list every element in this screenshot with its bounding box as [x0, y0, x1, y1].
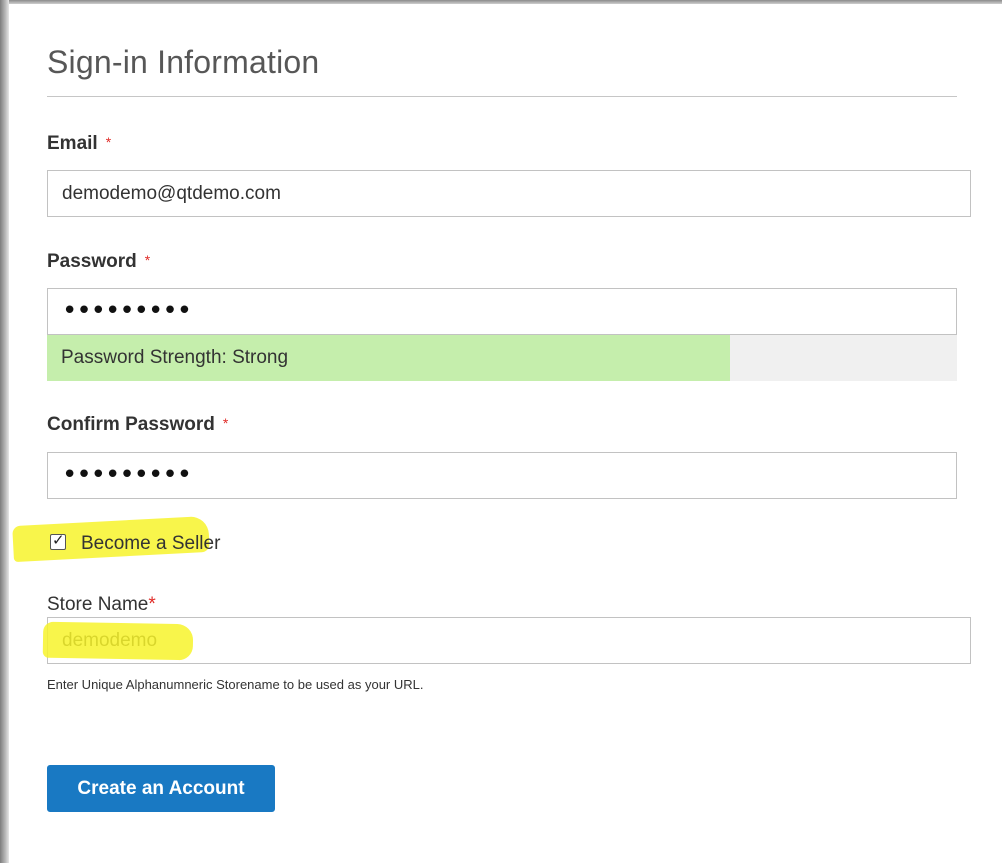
store-name-note: Enter Unique Alphanumneric Storename to … — [47, 677, 424, 692]
password-label: Password * — [47, 251, 150, 273]
become-seller-label[interactable]: Become a Seller — [81, 533, 220, 555]
confirm-password-input[interactable]: ••••••••• — [47, 452, 957, 499]
password-label-text: Password — [47, 251, 137, 272]
window-left-edge — [0, 0, 9, 863]
create-account-button[interactable]: Create an Account — [47, 765, 275, 812]
confirm-password-label-text: Confirm Password — [47, 414, 215, 435]
email-label-text: Email — [47, 133, 98, 154]
confirm-password-masked-value: ••••••••• — [62, 460, 192, 490]
required-marker: * — [148, 594, 156, 615]
password-input[interactable]: ••••••••• — [47, 288, 957, 335]
email-label: Email * — [47, 133, 111, 155]
confirm-password-label: Confirm Password * — [47, 414, 228, 436]
password-strength-text: Password Strength: Strong — [61, 347, 289, 368]
legend-divider — [47, 96, 957, 97]
window-top-edge — [0, 0, 1002, 4]
become-seller-checkbox[interactable]: ✓ — [50, 531, 66, 550]
highlighter-mark — [42, 621, 194, 661]
fieldset-legend: Sign-in Information — [47, 44, 320, 80]
checkmark-icon: ✓ — [52, 531, 65, 549]
store-name-label-text: Store Name — [47, 594, 149, 615]
required-marker: * — [222, 415, 229, 431]
required-marker: * — [144, 252, 151, 268]
password-strength-meter: Password Strength: Strong — [47, 335, 957, 381]
password-masked-value: ••••••••• — [62, 296, 192, 326]
store-name-label: Store Name* — [47, 594, 156, 616]
email-input[interactable] — [47, 170, 971, 217]
required-marker: * — [105, 134, 112, 150]
